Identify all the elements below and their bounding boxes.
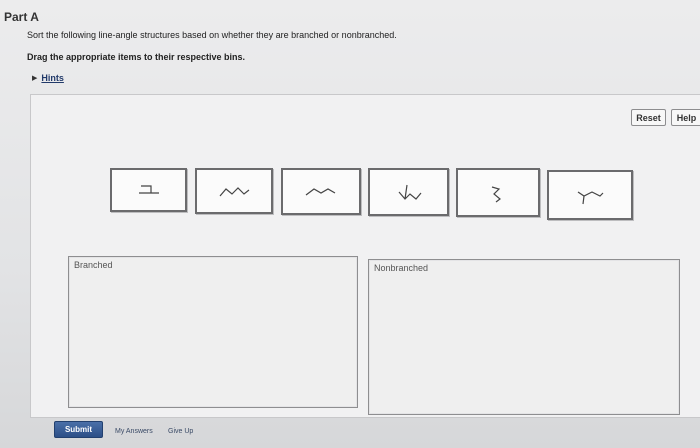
branched-bin-label: Branched (74, 260, 113, 270)
line-angle-structure-drawing (577, 191, 604, 205)
branched-bin[interactable]: Branched (68, 256, 358, 408)
structure-item-2[interactable] (195, 168, 273, 214)
structure-item-4[interactable] (368, 168, 449, 216)
line-angle-structure-drawing (305, 187, 336, 195)
give-up-link[interactable]: Give Up (168, 428, 193, 435)
line-angle-structure-drawing (219, 187, 250, 197)
part-title: Part A (4, 10, 39, 24)
structure-item-3[interactable] (281, 168, 361, 215)
nonbranched-bin[interactable]: Nonbranched (368, 259, 680, 415)
line-angle-structure-drawing (398, 184, 421, 200)
drag-instructions: Drag the appropriate items to their resp… (27, 52, 246, 62)
structure-item-5[interactable] (456, 168, 540, 217)
hints-link[interactable]: Hints (41, 73, 64, 83)
triangle-right-icon: ▶ (32, 75, 38, 82)
structure-item-1[interactable] (110, 168, 187, 212)
sort-instructions: Sort the following line-angle structures… (27, 30, 397, 40)
reset-button[interactable]: Reset (631, 109, 666, 126)
structure-item-6[interactable] (547, 170, 633, 220)
my-answers-link[interactable]: My Answers (115, 428, 153, 435)
line-angle-structure-drawing (491, 185, 501, 202)
help-button[interactable]: Help (671, 109, 700, 126)
hints-toggle[interactable]: ▶ Hints (32, 73, 64, 83)
line-angle-structure-drawing (138, 185, 159, 194)
nonbranched-bin-label: Nonbranched (374, 263, 429, 273)
submit-button[interactable]: Submit (54, 421, 103, 438)
